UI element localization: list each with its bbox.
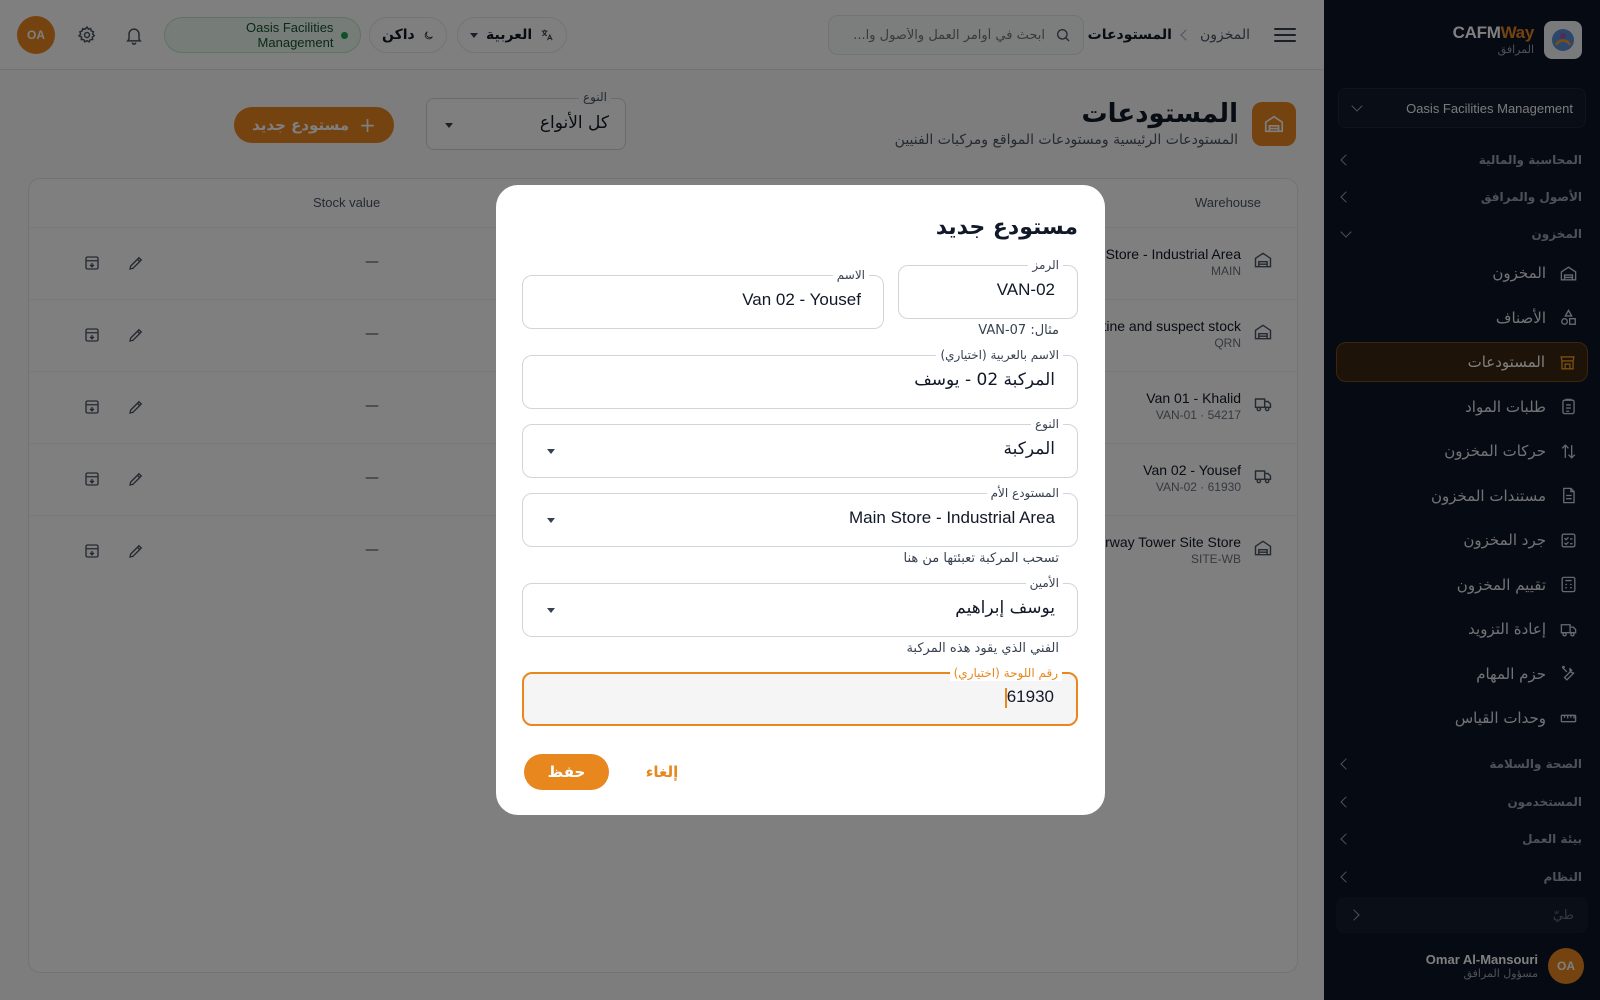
parent-warehouse-hint: تسحب المركبة تعبئتها من هنا [903,551,1059,566]
caret-down-icon [547,608,555,613]
name-label: الاسم [832,267,869,283]
code-hint: مثال: VAN-07 [978,323,1059,338]
cancel-button[interactable]: إلغاء [632,754,692,790]
name-value: Van 02 - Yousef [742,290,861,309]
keeper-label: الأمين [1025,575,1063,591]
type-select[interactable]: النوع المركبة [522,416,1078,478]
caret-down-icon [547,449,555,454]
arabic-name-field[interactable]: الاسم بالعربية (اختياري) المركبة 02 - يو… [522,347,1078,409]
type-value: المركبة [1003,439,1055,459]
plate-number-field[interactable]: رقم اللوحة (اختياري) 61930 [522,665,1078,726]
dialog-title: مستودع جديد [935,215,1078,240]
save-button[interactable]: حفظ [524,754,609,790]
parent-warehouse-select[interactable]: المستودع الأم Main Store - Industrial Ar… [522,485,1078,547]
keeper-value: يوسف إبراهيم [955,598,1055,618]
keeper-select[interactable]: الأمين يوسف إبراهيم [522,575,1078,637]
name-field[interactable]: الاسم Van 02 - Yousef [522,267,884,329]
code-value: VAN-02 [996,280,1055,299]
code-label: الرمز [1028,257,1063,273]
arabic-name-label: الاسم بالعربية (اختياري) [936,347,1063,363]
arabic-name-value: المركبة 02 - يوسف [914,370,1055,390]
code-field[interactable]: الرمز VAN-02 [898,257,1078,319]
plate-number-label: رقم اللوحة (اختياري) [949,665,1062,681]
plate-number-value: 61930 [1005,687,1054,708]
caret-down-icon [547,518,555,523]
app-root: المخزون المستودعات العربية داكن Oasis Fa… [0,0,1600,1000]
keeper-hint: الفني الذي يقود هذه المركبة [906,641,1059,656]
parent-warehouse-label: المستودع الأم [986,485,1063,501]
type-label: النوع [1031,416,1063,432]
parent-warehouse-value: Main Store - Industrial Area [849,508,1055,527]
new-warehouse-dialog: مستودع جديد الرمز VAN-02 مثال: VAN-07 ال… [496,185,1105,815]
